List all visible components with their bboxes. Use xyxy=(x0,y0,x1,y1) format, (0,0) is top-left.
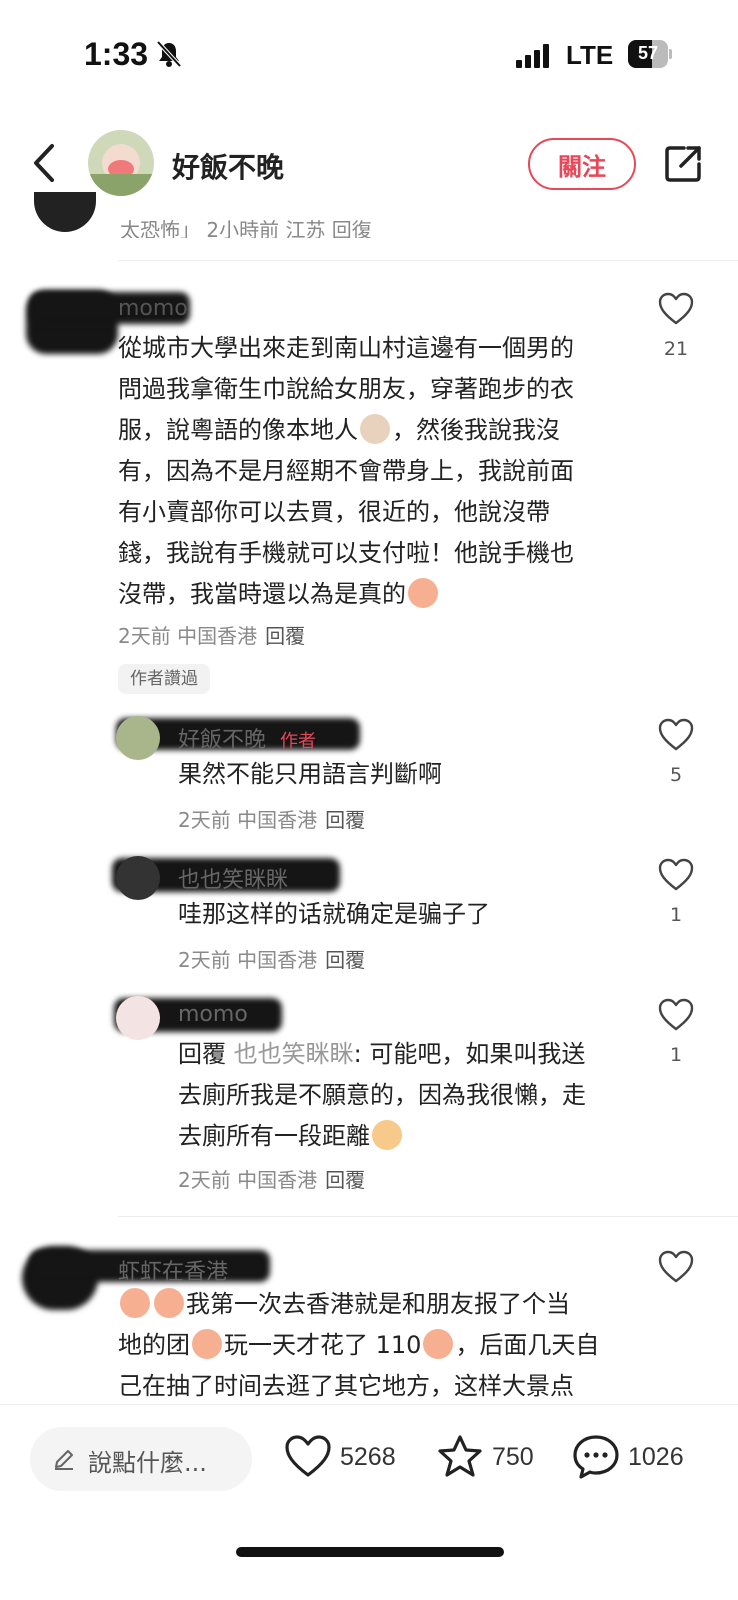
comment-total: 1026 xyxy=(628,1443,684,1471)
heart-icon[interactable] xyxy=(658,858,694,892)
avatar[interactable] xyxy=(116,996,160,1040)
avatar[interactable] xyxy=(116,716,160,760)
comment-username[interactable]: 好飯不晚 作者 xyxy=(178,722,316,754)
reply-link[interactable]: 回覆 xyxy=(325,808,365,832)
signal-icon xyxy=(516,44,549,68)
bottom-action-bar: 說點什麼... 5268 750 1026 xyxy=(0,1404,738,1600)
profile-header: 好飯不晚 關注 xyxy=(0,118,738,210)
like-count: 1 xyxy=(669,904,683,926)
comment-meta: 2天前 中国香港 回覆 xyxy=(178,948,366,972)
comment-text: 從城市大學出來走到南山村這邊有一個男的 問過我拿衛生巾說給女朋友，穿著跑步的衣 … xyxy=(118,334,574,608)
heart-icon[interactable] xyxy=(658,718,694,752)
bell-muted-icon xyxy=(156,40,182,68)
comment-username[interactable]: momo xyxy=(118,296,188,321)
comment-meta: 2天前 中国香港 回覆 xyxy=(118,624,306,648)
comment-username[interactable]: momo xyxy=(178,1002,248,1027)
author-liked-badge: 作者讚過 xyxy=(118,664,210,694)
smile-emoji-icon xyxy=(372,1120,402,1150)
star-icon[interactable] xyxy=(436,1433,484,1481)
back-arrow-icon[interactable] xyxy=(30,142,60,184)
like-count: 5 xyxy=(669,764,683,786)
comment-bubble-icon[interactable] xyxy=(572,1433,620,1481)
author-avatar[interactable] xyxy=(88,130,154,196)
divider xyxy=(118,1216,738,1217)
avatar[interactable] xyxy=(116,856,160,900)
heart-icon[interactable] xyxy=(658,1250,694,1284)
comment-meta: 2天前 中国香港 回覆 xyxy=(178,808,366,832)
reply-link[interactable]: 回覆 xyxy=(265,624,305,648)
like-total: 5268 xyxy=(340,1443,396,1471)
reply-link[interactable]: 回覆 xyxy=(325,1168,365,1192)
status-bar: 1:33 LTE 57 xyxy=(0,0,738,110)
crying-emoji-icon xyxy=(120,1288,150,1318)
input-placeholder: 說點什麼... xyxy=(88,1449,207,1477)
heart-icon[interactable] xyxy=(284,1433,332,1481)
comment-text: 哇那这样的话就确定是骗子了 xyxy=(178,900,490,928)
share-icon[interactable] xyxy=(664,144,704,184)
comment-username[interactable]: 也也笑眯眯 xyxy=(178,862,288,894)
heart-icon[interactable] xyxy=(658,292,694,326)
divider xyxy=(118,260,738,261)
author-badge: 作者 xyxy=(280,731,317,752)
battery-level: 57 xyxy=(637,43,659,63)
home-indicator[interactable] xyxy=(236,1547,504,1557)
crying-emoji-icon xyxy=(408,578,438,608)
status-time: 1:33 xyxy=(84,36,149,72)
emoji-icon xyxy=(360,414,390,444)
avatar[interactable] xyxy=(34,192,96,232)
author-name[interactable]: 好飯不晚 xyxy=(172,146,284,186)
heart-icon[interactable] xyxy=(658,998,694,1032)
crying-emoji-icon xyxy=(423,1329,454,1359)
favorite-total: 750 xyxy=(492,1443,534,1471)
battery-icon: 57 xyxy=(628,40,672,68)
crying-emoji-icon xyxy=(154,1288,184,1318)
network-label: LTE xyxy=(566,40,614,70)
like-count: 21 xyxy=(663,338,689,360)
comment-text: 果然不能只用語言判斷啊 xyxy=(178,760,442,788)
comment-text: 我第一次去香港就是和朋友报了个当 地的团 玩一天才花了 110 ，后面几天自 己在抽… xyxy=(118,1288,600,1400)
comment-input[interactable]: 說點什麼... xyxy=(30,1427,252,1491)
comment-meta: 2天前 中国香港 回覆 xyxy=(178,1168,366,1192)
comment-text: 回覆 也也笑眯眯: 可能吧，如果叫我送 去廁所我是不願意的，因為我很懶，走 去廁… xyxy=(178,1040,586,1150)
comment-username[interactable]: 虾虾在香港 xyxy=(118,1254,228,1286)
partial-comment-meta: 太恐怖」 2小時前 江苏 回復 xyxy=(120,218,372,238)
reply-to-user[interactable]: 也也笑眯眯 xyxy=(234,1040,354,1068)
follow-button[interactable]: 關注 xyxy=(528,138,636,190)
reply-link[interactable]: 回覆 xyxy=(325,948,365,972)
crying-emoji-icon xyxy=(192,1329,222,1359)
like-count: 1 xyxy=(669,1044,683,1066)
pencil-icon xyxy=(55,1450,73,1470)
